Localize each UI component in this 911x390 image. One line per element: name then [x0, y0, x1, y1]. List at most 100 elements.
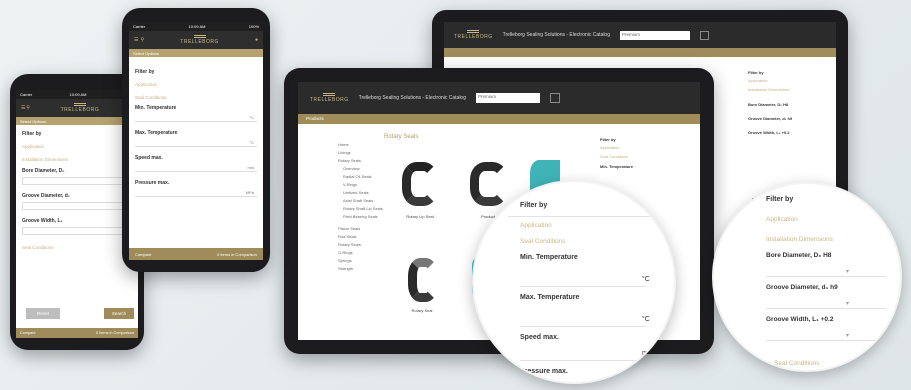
filter-application[interactable]: Application: [766, 216, 798, 223]
user-icon[interactable]: ●: [255, 37, 258, 43]
search-button[interactable]: Search: [104, 308, 134, 319]
filter-application[interactable]: Application: [16, 138, 138, 151]
sidebar-item[interactable]: Rotary Seals: [338, 241, 388, 249]
sidebar-subitem[interactable]: V-Rings: [338, 180, 388, 188]
zoom-circle-service: Filter by Application Seal Conditions Mi…: [472, 180, 676, 384]
compare-link[interactable]: Compare: [20, 331, 36, 335]
sidebar-item[interactable]: Linings: [338, 148, 388, 156]
filter-title: Filter by: [22, 131, 42, 137]
back-tablet-filter-panel: Filter by Application Installation Dimen…: [742, 67, 832, 136]
catalog-title: Trelleborg Sealing Solutions - Electroni…: [358, 95, 466, 101]
product-image[interactable]: [402, 162, 438, 206]
product-image[interactable]: [470, 162, 508, 206]
pressure-input[interactable]: MPa: [135, 189, 257, 197]
bore-diameter-select[interactable]: ▾: [22, 177, 132, 185]
groove-width-select[interactable]: ▾: [22, 227, 132, 235]
filter-title: Filter by: [766, 196, 794, 203]
breadcrumb: Products: [298, 114, 700, 124]
field-label: Pressure max.: [135, 180, 170, 186]
search-icon[interactable]: [550, 93, 560, 103]
sidebar-subitem[interactable]: Unitized Seals: [338, 188, 388, 196]
filter-title: Filter by: [600, 137, 616, 142]
filter-item: Groove Width, L₁ +0.2: [748, 130, 790, 135]
filter-title: Filter by: [520, 202, 548, 209]
status-bar: Carrier10:09 AM100%: [16, 90, 138, 99]
options-strip: Select Options: [16, 117, 138, 125]
max-temp-input[interactable]: °C: [135, 139, 257, 147]
sidebar-subitem[interactable]: Overview: [338, 164, 388, 172]
min-temp-input[interactable]: °C: [135, 114, 257, 122]
brand-logo: TRELLEBORG: [180, 35, 219, 45]
field-label: Min. Temperature: [520, 254, 578, 261]
comparison-count[interactable]: 0 Items in Comparison: [96, 331, 134, 335]
sidebar-item[interactable]: Piston Seals: [338, 220, 388, 233]
filter-item[interactable]: Application: [742, 76, 832, 85]
product-label[interactable]: Rotary Lip Seal: [400, 214, 440, 219]
comparison-count[interactable]: 0 Items in Comparison: [217, 252, 257, 257]
field-label: Max. Temperature: [135, 130, 178, 136]
unit-label: °C: [642, 276, 650, 283]
speed-input[interactable]: [520, 360, 646, 361]
zoom-circle-installation: Filter by Application Installation Dimen…: [712, 182, 902, 372]
unit-label: °C: [642, 316, 650, 323]
product-image[interactable]: [408, 258, 438, 302]
speed-input[interactable]: m/s: [135, 164, 257, 172]
sidebar: Home Linings Rotary Seals Overview Radia…: [338, 140, 388, 273]
right-phone: Carrier 10:09 AM 100% ☰ ⚲ TRELLEBORG ● Sel…: [122, 8, 270, 272]
menu-icon[interactable]: ☰: [134, 37, 138, 43]
compare-footer: Compare 0 Items in Comparison: [16, 328, 138, 338]
filter-application[interactable]: Application: [129, 76, 263, 89]
search-icon[interactable]: [700, 30, 709, 40]
product-label[interactable]: Rotary Seal: [402, 308, 442, 313]
chevron-down-icon[interactable]: ▾: [846, 332, 849, 339]
filter-item[interactable]: Seal Conditions: [594, 152, 670, 161]
sidebar-subitem[interactable]: Field Bearing Seals: [338, 212, 388, 220]
search-icon[interactable]: ⚲: [141, 37, 145, 43]
search-input[interactable]: Premium: [620, 30, 690, 40]
tablet-filter-panel: Filter by Application Seal Conditions Mi…: [594, 134, 670, 170]
max-temp-input[interactable]: [520, 326, 646, 327]
field-label: Groove Width, L₁: [22, 218, 63, 224]
compare-link[interactable]: Compare: [135, 252, 151, 257]
groove-diameter-select[interactable]: ▾: [22, 202, 132, 210]
sidebar-item[interactable]: Strength: [338, 265, 388, 273]
sidebar-item[interactable]: O-Rings: [338, 249, 388, 257]
back-tablet-header: TRELLEBORG Trelleborg Sealing Solutions …: [444, 22, 836, 48]
menu-icon[interactable]: ☰: [21, 105, 25, 111]
field-label: Speed max.: [135, 155, 163, 161]
unit-label: m/s: [642, 350, 654, 357]
sidebar-item[interactable]: Springs: [338, 257, 388, 265]
filter-item[interactable]: Application: [594, 143, 670, 152]
brand-logo: TRELLEBORG: [454, 30, 493, 40]
groove-width-select[interactable]: [766, 340, 886, 341]
filter-service[interactable]: Seal Conditions: [129, 89, 263, 102]
sidebar-subitem[interactable]: Rotary Shaft Lip Seals: [338, 204, 388, 212]
compare-footer: Compare 0 Items in Comparison: [129, 248, 263, 260]
filter-title: Filter by: [748, 70, 764, 75]
sidebar-subitem[interactable]: Radial Oil Seals: [338, 172, 388, 180]
mobile-header: ☰ ⚲ TRELLEBORG ●: [129, 31, 263, 49]
chevron-down-icon[interactable]: ▾: [846, 300, 849, 307]
sidebar-item[interactable]: Rod Seals: [338, 233, 388, 241]
sidebar-item[interactable]: Rotary Seals: [338, 156, 388, 164]
filter-service[interactable]: Seal Conditions: [774, 360, 820, 367]
sidebar-item[interactable]: Home: [338, 140, 388, 148]
filter-service[interactable]: Seal Conditions: [520, 238, 566, 245]
filter-installation[interactable]: Installation Dimensions: [16, 151, 138, 164]
filter-title: Filter by: [135, 69, 155, 75]
search-icon[interactable]: ⚲: [26, 105, 30, 111]
filter-installation[interactable]: Installation Dimensions: [766, 236, 833, 243]
back-tablet-strip: [444, 48, 836, 57]
sidebar-subitem[interactable]: Axial Shaft Seals: [338, 196, 388, 204]
search-input[interactable]: Premium: [476, 93, 540, 103]
groove-diameter-select[interactable]: [766, 308, 886, 309]
field-label: Speed max.: [520, 334, 559, 341]
reset-button[interactable]: Reset: [26, 308, 60, 319]
filter-service[interactable]: Seal Conditions: [16, 237, 138, 252]
min-temp-input[interactable]: [520, 286, 646, 287]
filter-item[interactable]: Installation Dimensions: [742, 85, 832, 94]
bore-diameter-select[interactable]: [766, 276, 886, 277]
chevron-down-icon[interactable]: ▾: [846, 268, 849, 275]
filter-application[interactable]: Application: [520, 222, 552, 229]
brand-logo: TRELLEBORG: [61, 103, 100, 113]
